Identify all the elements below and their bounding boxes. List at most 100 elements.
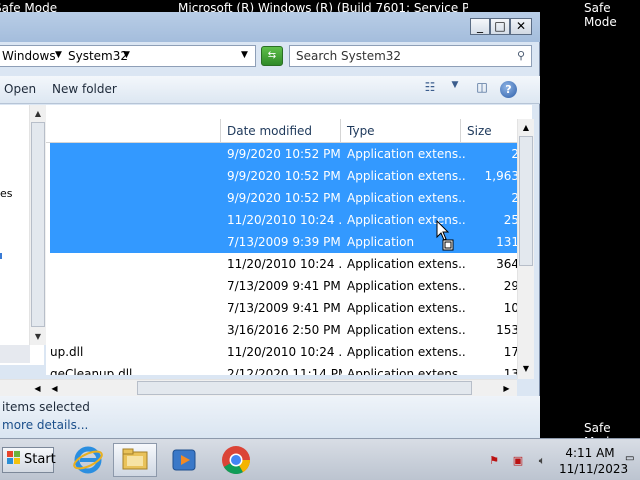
scroll-up-arrow-icon[interactable]: ▲ xyxy=(518,119,534,136)
new-folder-button[interactable]: New folder xyxy=(52,82,117,96)
table-row[interactable]: 11/20/2010 10:24 ... Application extens..… xyxy=(50,253,520,275)
date-modified-cell: 9/9/2020 10:52 PM xyxy=(227,147,341,161)
view-options-icon[interactable]: ☷ xyxy=(420,80,440,98)
preview-pane-icon[interactable]: ◫ xyxy=(472,80,492,98)
file-name-cell: up.dll xyxy=(50,345,84,359)
open-button[interactable]: Open xyxy=(4,82,36,96)
date-modified-cell: 9/9/2020 10:52 PM xyxy=(227,191,341,205)
date-modified-cell: 3/16/2016 2:50 PM xyxy=(227,323,341,337)
breadcrumb[interactable]: Windows ▼ System32 ▼ ▼ xyxy=(0,45,256,67)
scroll-down-arrow-icon[interactable]: ▼ xyxy=(518,360,534,377)
details-pane: items selected more details... xyxy=(0,396,540,438)
nav-item-label[interactable]: es xyxy=(0,187,13,200)
clock[interactable]: 4:11 AM 11/11/2023 xyxy=(559,445,628,477)
nav-pane-scrollbar[interactable]: ▲ ▼ xyxy=(29,105,46,345)
size-cell: 364 xyxy=(496,257,519,271)
table-row[interactable]: 9/9/2020 10:52 PM Application extens... 2 xyxy=(50,187,520,209)
chrome-icon xyxy=(222,446,250,474)
crumb-windows[interactable]: Windows xyxy=(2,49,56,63)
start-label: Start xyxy=(24,452,56,467)
column-date-modified[interactable]: Date modified xyxy=(227,124,312,138)
refresh-button[interactable]: ⇆ xyxy=(261,46,283,66)
chevron-down-icon[interactable]: ▼ xyxy=(123,50,130,60)
scroll-left-arrow-icon[interactable]: ◀ xyxy=(46,380,63,397)
table-row[interactable]: 7/13/2009 9:41 PM Application extens... 10 xyxy=(50,297,520,319)
crumb-system32[interactable]: System32 xyxy=(68,49,128,63)
column-divider[interactable] xyxy=(340,119,341,143)
title-bar[interactable]: _ □ ✕ xyxy=(0,12,540,42)
size-cell: 29 xyxy=(503,279,519,293)
scrollbar-thumb[interactable] xyxy=(519,136,533,266)
network-icon[interactable]: ▣ xyxy=(510,454,526,468)
type-cell: Application extens... xyxy=(347,147,465,161)
date-modified-cell: 2/12/2020 11:14 PM xyxy=(227,367,342,375)
size-cell: 131 xyxy=(496,235,519,249)
nav-item-marker xyxy=(0,253,2,259)
table-row[interactable]: 3/16/2016 2:50 PM Application extens... 15… xyxy=(50,319,520,341)
chrome-taskbar-button[interactable] xyxy=(214,443,258,477)
system-tray: ⚑ ▣ 🔈︎ 4:11 AM 11/11/2023 ▭ xyxy=(480,441,640,479)
search-placeholder: Search System32 xyxy=(296,49,402,63)
column-header-row: Date modified Type Size xyxy=(46,119,532,143)
chevron-down-icon[interactable]: ▼ xyxy=(55,50,62,60)
type-cell: Application extens... xyxy=(347,323,465,337)
help-button[interactable]: ? xyxy=(500,81,517,98)
size-cell: 17 xyxy=(503,345,519,359)
folder-icon xyxy=(122,448,148,470)
internet-explorer-icon xyxy=(73,446,103,474)
windows-logo-icon xyxy=(7,451,20,464)
search-icon[interactable]: ⚲ xyxy=(517,49,525,62)
start-button[interactable]: Start xyxy=(2,447,56,473)
table-row[interactable]: up.dll 11/20/2010 10:24 ... Application ex… xyxy=(50,341,520,363)
scroll-left-arrow-icon[interactable]: ◀ xyxy=(29,380,46,397)
more-details-link[interactable]: more details... xyxy=(2,418,88,432)
nav-item-highlight[interactable] xyxy=(0,345,30,363)
date-modified-cell: 11/20/2010 10:24 ... xyxy=(227,213,342,227)
show-desktop-icon[interactable]: ▭ xyxy=(625,453,639,467)
clock-time: 4:11 AM xyxy=(565,446,615,460)
address-row: Windows ▼ System32 ▼ ▼ ⇆ Search System32… xyxy=(0,44,540,70)
table-row[interactable]: geCleanup.dll 2/12/2020 11:14 PM Applicati… xyxy=(50,363,520,375)
date-modified-cell: 7/13/2009 9:41 PM xyxy=(227,301,341,315)
type-cell: Application extens... xyxy=(347,367,465,375)
close-button[interactable]: ✕ xyxy=(510,18,532,35)
size-cell: 13 xyxy=(503,367,519,375)
explorer-window: _ □ ✕ Windows ▼ System32 ▼ ▼ ⇆ Search Sy… xyxy=(0,12,540,438)
volume-icon[interactable]: 🔈︎ xyxy=(534,454,550,468)
scrollbar-thumb[interactable] xyxy=(31,122,45,327)
date-modified-cell: 7/13/2009 9:39 PM xyxy=(227,235,341,249)
media-player-taskbar-button[interactable] xyxy=(162,443,206,477)
type-cell: Application extens... xyxy=(347,279,465,293)
address-history-dropdown-icon[interactable]: ▼ xyxy=(241,50,248,60)
maximize-button[interactable]: □ xyxy=(490,18,510,35)
media-player-icon xyxy=(172,449,196,471)
horizontal-scrollbar[interactable]: ◀ ◀ ▶ xyxy=(0,379,517,396)
scroll-down-arrow-icon[interactable]: ▼ xyxy=(30,328,46,345)
mouse-cursor-icon xyxy=(436,220,454,251)
type-cell: Application extens... xyxy=(347,191,465,205)
chevron-down-icon[interactable]: ▼ xyxy=(445,80,465,98)
date-modified-cell: 11/20/2010 10:24 ... xyxy=(227,257,342,271)
search-input[interactable]: Search System32 ⚲ xyxy=(289,45,532,67)
file-list-scrollbar[interactable]: ▲ ▼ xyxy=(517,119,534,379)
internet-explorer-taskbar-button[interactable] xyxy=(66,443,110,477)
action-center-icon[interactable]: ⚑ xyxy=(486,454,502,468)
column-size[interactable]: Size xyxy=(467,124,492,138)
column-divider[interactable] xyxy=(220,119,221,143)
scrollbar-thumb[interactable] xyxy=(137,381,472,395)
table-row[interactable]: 7/13/2009 9:41 PM Application extens... 29 xyxy=(50,275,520,297)
table-row[interactable]: 9/9/2020 10:52 PM Application extens... 1,… xyxy=(50,165,520,187)
column-divider[interactable] xyxy=(460,119,461,143)
safe-mode-label-top-right: Safe Mode xyxy=(584,1,617,29)
windows-explorer-taskbar-button[interactable] xyxy=(113,443,157,477)
date-modified-cell: 9/9/2020 10:52 PM xyxy=(227,169,341,183)
scroll-right-arrow-icon[interactable]: ▶ xyxy=(498,380,515,397)
selection-count-text: items selected xyxy=(2,400,90,414)
file-list[interactable]: Date modified Type Size 9/9/2020 10:52 P… xyxy=(46,105,532,375)
type-cell: Application extens... xyxy=(347,301,465,315)
table-row[interactable]: 9/9/2020 10:52 PM Application extens... 2 xyxy=(50,143,520,165)
column-type[interactable]: Type xyxy=(347,124,375,138)
refresh-icon: ⇆ xyxy=(267,50,277,61)
minimize-button[interactable]: _ xyxy=(470,18,490,35)
scroll-up-arrow-icon[interactable]: ▲ xyxy=(30,105,46,122)
